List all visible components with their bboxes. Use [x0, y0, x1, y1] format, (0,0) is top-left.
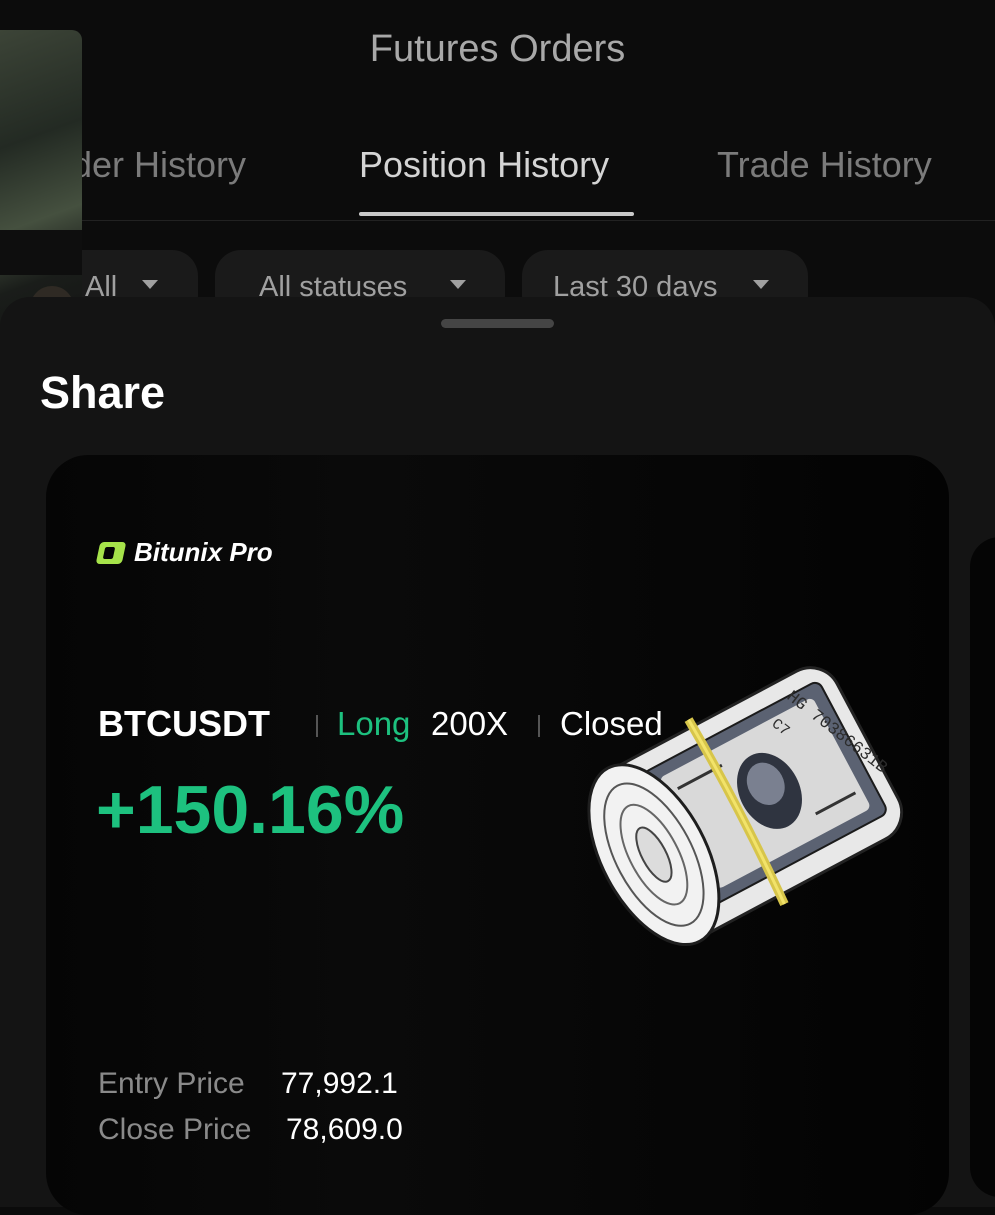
brand-name: Bitunix Pro	[134, 537, 273, 567]
close-price-label: Close Price	[98, 1113, 252, 1146]
next-share-card[interactable]	[970, 537, 995, 1197]
chevron-down-icon	[450, 280, 466, 289]
share-sheet: Share Bitunix Pro BTCUSDT Long 200X Clos…	[0, 297, 995, 1215]
share-title: Share	[40, 367, 166, 418]
top-bar: Futures Orders Order History Position Hi…	[0, 0, 995, 340]
tab-trade-history[interactable]: Trade History	[717, 144, 932, 186]
entry-price-label: Entry Price	[98, 1067, 245, 1100]
pnl-percent: +150.16%	[96, 772, 405, 848]
page-title: Futures Orders	[369, 28, 626, 70]
bitunix-logo-icon	[95, 542, 127, 564]
video-overlay-band	[0, 230, 82, 275]
history-tabs: Order History Position History Trade His…	[0, 140, 995, 221]
chevron-down-icon	[753, 280, 769, 289]
divider	[316, 715, 318, 737]
close-price-value: 78,609.0	[286, 1113, 403, 1146]
share-card: Bitunix Pro BTCUSDT Long 200X Closed +15…	[46, 455, 949, 1215]
trading-pair: BTCUSDT	[98, 703, 270, 744]
chevron-down-icon	[142, 280, 158, 289]
money-roll-illustration: HG 70386631B C7	[587, 666, 904, 947]
sheet-drag-handle[interactable]	[441, 319, 554, 328]
position-side: Long	[337, 705, 411, 742]
divider	[538, 715, 540, 737]
leverage: 200X	[431, 705, 509, 742]
tab-position-history[interactable]: Position History	[359, 144, 609, 186]
entry-price-value: 77,992.1	[281, 1067, 398, 1100]
picture-in-picture-video[interactable]	[0, 30, 82, 340]
active-tab-indicator	[359, 212, 634, 216]
